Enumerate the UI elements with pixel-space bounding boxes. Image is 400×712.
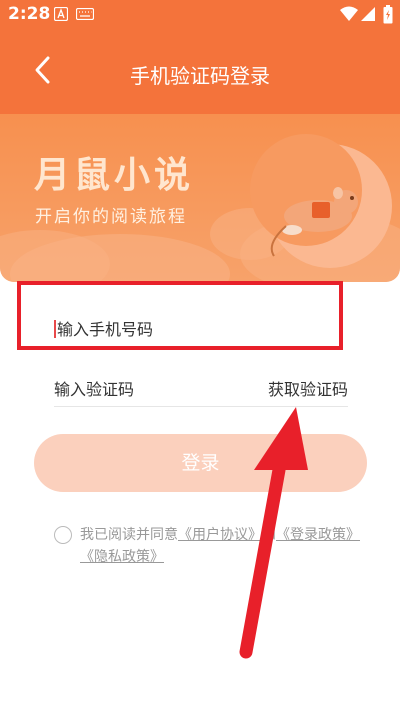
annotation-arrow xyxy=(239,407,308,659)
